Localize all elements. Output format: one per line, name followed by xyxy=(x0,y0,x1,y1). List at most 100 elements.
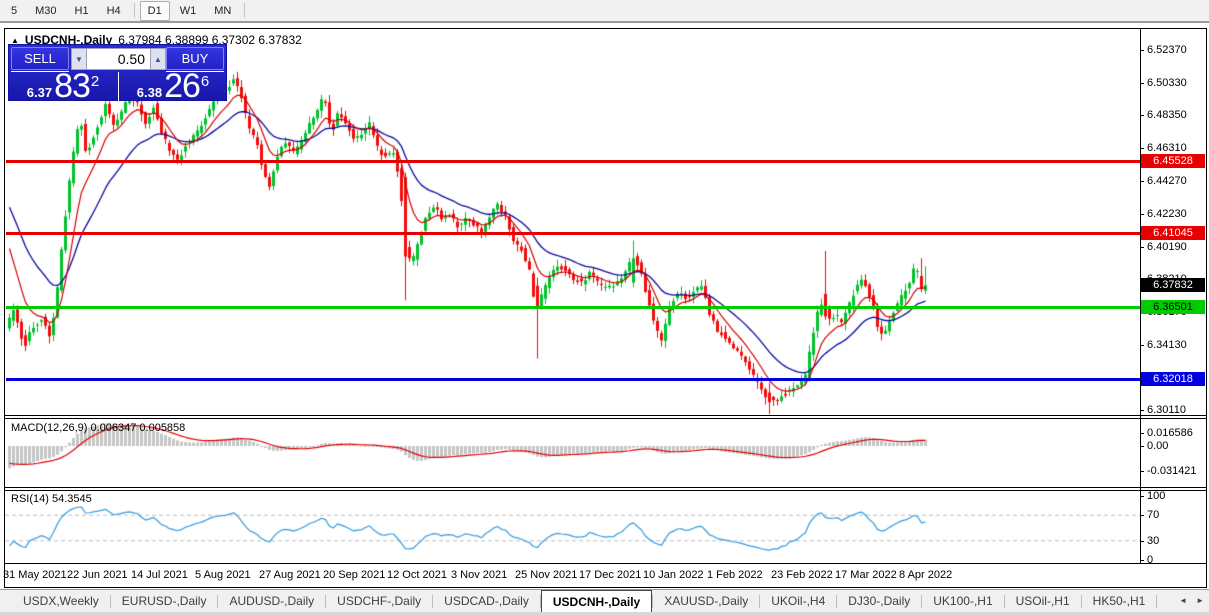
chart-tab-bar: USDX,WeeklyEURUSD-,DailyAUDUSD-,DailyUSD… xyxy=(0,589,1209,612)
horizontal-level-line-resistance[interactable] xyxy=(6,232,1140,235)
rsi-indicator-canvas[interactable] xyxy=(5,491,1140,563)
timeframe-button-m30[interactable]: M30 xyxy=(27,1,64,21)
timeframe-toolbar: 5M30H1H4 D1W1MN xyxy=(0,0,1209,23)
macd-label: MACD(12,26,9) 0.006347 0.005858 xyxy=(11,422,185,434)
price-level-label: 6.32018 xyxy=(1141,372,1205,386)
price-axis-tick-label: 6.42230 xyxy=(1147,208,1187,220)
chart-tab-hk50-h1[interactable]: HK50-,H1 xyxy=(1082,590,1157,612)
rsi-label: RSI(14) 54.3545 xyxy=(11,493,92,505)
price-level-label: 6.45528 xyxy=(1141,154,1205,168)
pane-separator[interactable] xyxy=(5,415,1206,416)
sell-price-big: 83 xyxy=(54,71,90,101)
price-axis-tickmark xyxy=(1140,148,1144,149)
chart-tab-dj30-daily[interactable]: DJ30-,Daily xyxy=(837,590,921,612)
date-axis-label: 3 Nov 2021 xyxy=(451,569,507,581)
buy-price-big: 26 xyxy=(164,71,200,101)
date-axis-label: 1 Feb 2022 xyxy=(707,569,763,581)
volume-input[interactable]: 0.50 xyxy=(87,49,150,69)
timeframe-button-d1[interactable]: D1 xyxy=(140,1,170,21)
buy-price-small: 6.38 xyxy=(137,85,162,100)
horizontal-level-line-support[interactable] xyxy=(6,306,1140,309)
price-axis-tick-label: 6.52370 xyxy=(1147,44,1187,56)
one-click-trading-panel: SELL ▼ 0.50 ▲ BUY 6.37 83 2 6.38 26 6 xyxy=(8,44,227,101)
timeframe-button-h1[interactable]: H1 xyxy=(67,1,97,21)
macd-axis-tick-label: 0.016586 xyxy=(1147,427,1193,439)
buy-price-display[interactable]: 6.38 26 6 xyxy=(119,71,227,102)
chart-tab-eurusd-daily[interactable]: EURUSD-,Daily xyxy=(111,590,218,612)
buy-price-superscript: 6 xyxy=(201,73,209,90)
chart-tab-usdchf-daily[interactable]: USDCHF-,Daily xyxy=(326,590,432,612)
date-axis-label: 12 Oct 2021 xyxy=(387,569,447,581)
price-axis-tick-label: 6.48350 xyxy=(1147,109,1187,121)
tab-scroll-right-icon[interactable]: ► xyxy=(1196,596,1204,605)
chart-tab-usdcnh-daily[interactable]: USDCNH-,Daily xyxy=(541,590,652,612)
chart-tab-ukoil-h4[interactable]: UKOil-,H4 xyxy=(760,590,836,612)
rsi-axis-tickmark xyxy=(1140,496,1144,497)
price-level-label: 6.36501 xyxy=(1141,300,1205,314)
price-axis-border-line xyxy=(1140,29,1141,563)
price-axis-tickmark xyxy=(1140,115,1144,116)
price-axis-tickmark xyxy=(1140,181,1144,182)
rsi-axis-tick-label: 0 xyxy=(1147,554,1153,566)
pane-separator[interactable] xyxy=(5,418,1206,419)
date-axis-label: 17 Mar 2022 xyxy=(835,569,897,581)
toolbar-separator xyxy=(134,3,135,18)
date-axis-label: 10 Jan 2022 xyxy=(643,569,704,581)
date-axis-label: 25 Nov 2021 xyxy=(515,569,577,581)
chart-tab-audusd-daily[interactable]: AUDUSD-,Daily xyxy=(218,590,325,612)
date-axis-label: 20 Sep 2021 xyxy=(323,569,385,581)
date-axis-label: 23 Feb 2022 xyxy=(771,569,833,581)
pane-separator[interactable] xyxy=(5,490,1206,491)
date-axis-label: 5 Aug 2021 xyxy=(195,569,251,581)
sell-price-small: 6.37 xyxy=(27,85,52,100)
date-axis-label: 17 Dec 2021 xyxy=(579,569,641,581)
price-axis-tick-label: 6.30110 xyxy=(1147,404,1186,416)
price-axis-tickmark xyxy=(1140,247,1144,248)
tab-separator xyxy=(1156,595,1157,608)
chart-tab-uk100-h1[interactable]: UK100-,H1 xyxy=(922,590,1003,612)
price-axis-tick-label: 6.40190 xyxy=(1147,241,1187,253)
price-level-label: 6.41045 xyxy=(1141,226,1205,240)
volume-decrease-arrow-icon[interactable]: ▼ xyxy=(72,49,87,69)
chart-tab-usoil-h1[interactable]: USOil-,H1 xyxy=(1005,590,1081,612)
macd-axis-tick-label: 0.00 xyxy=(1147,440,1168,452)
timeframe-button-mn[interactable]: MN xyxy=(206,1,239,21)
timeframe-button-5[interactable]: 5 xyxy=(3,1,25,21)
macd-axis-tickmark xyxy=(1140,433,1144,434)
date-axis-label: 8 Apr 2022 xyxy=(899,569,952,581)
timeframe-button-h4[interactable]: H4 xyxy=(99,1,129,21)
price-axis-tick-label: 6.46310 xyxy=(1147,142,1187,154)
pane-separator[interactable] xyxy=(5,563,1206,564)
horizontal-level-line-resistance[interactable] xyxy=(6,160,1140,163)
date-axis-label: 14 Jul 2021 xyxy=(131,569,188,581)
date-axis-label: 27 Aug 2021 xyxy=(259,569,321,581)
sell-price-display[interactable]: 6.37 83 2 xyxy=(9,71,117,102)
volume-increase-arrow-icon[interactable]: ▲ xyxy=(150,49,165,69)
price-axis-tickmark xyxy=(1140,83,1144,84)
price-level-label: 6.37832 xyxy=(1141,278,1205,292)
tab-scroll-arrows: ◄ ► xyxy=(1179,589,1204,612)
date-axis-label: 31 May 2021 xyxy=(3,569,67,581)
horizontal-level-line-support[interactable] xyxy=(6,378,1140,381)
pane-separator[interactable] xyxy=(5,487,1206,488)
price-axis-tick-label: 6.50330 xyxy=(1147,77,1187,89)
price-axis-tick-label: 6.34130 xyxy=(1147,339,1187,351)
tab-scroll-left-icon[interactable]: ◄ xyxy=(1179,596,1187,605)
rsi-axis-tickmark xyxy=(1140,560,1144,561)
macd-axis-tickmark xyxy=(1140,446,1144,447)
price-axis-tickmark xyxy=(1140,345,1144,346)
sell-price-superscript: 2 xyxy=(91,73,99,90)
price-axis-tickmark xyxy=(1140,50,1144,51)
chart-tab-usdcad-daily[interactable]: USDCAD-,Daily xyxy=(433,590,540,612)
rsi-axis-tickmark xyxy=(1140,515,1144,516)
chart-tab-xauusd-daily[interactable]: XAUUSD-,Daily xyxy=(653,590,759,612)
rsi-axis-tick-label: 70 xyxy=(1147,509,1159,521)
macd-axis-tickmark xyxy=(1140,471,1144,472)
timeframe-button-w1[interactable]: W1 xyxy=(172,1,205,21)
chart-tab-usdx-weekly[interactable]: USDX,Weekly xyxy=(12,590,110,612)
price-axis-tickmark xyxy=(1140,410,1144,411)
rsi-axis-tick-label: 100 xyxy=(1147,490,1165,502)
rsi-axis-tickmark xyxy=(1140,541,1144,542)
date-axis-label: 22 Jun 2021 xyxy=(67,569,128,581)
stage: 5M30H1H4D1W1MN ▲ USDCNH-,Daily 6.37984 6… xyxy=(0,0,1209,615)
